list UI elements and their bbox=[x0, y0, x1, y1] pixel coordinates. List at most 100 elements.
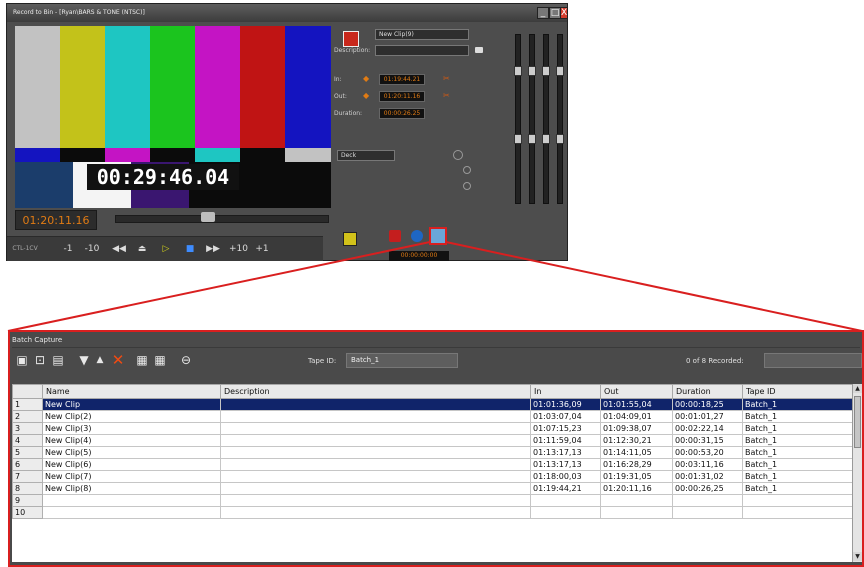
row-number[interactable]: 2 bbox=[12, 410, 43, 423]
table-scrollbar[interactable]: ▲ ▼ bbox=[852, 384, 862, 562]
move-up-icon[interactable]: ▲ bbox=[92, 353, 108, 367]
audio-trim-4[interactable] bbox=[556, 134, 564, 144]
record-button[interactable] bbox=[389, 230, 401, 242]
table-row[interactable]: 1 New Clip 01:01:36,09 01:01:55,04 00:00:18,… bbox=[12, 398, 853, 411]
out-cell[interactable]: 01:04:09,01 bbox=[600, 410, 673, 423]
out-cell[interactable]: 01:12:30,21 bbox=[600, 434, 673, 447]
out-cell[interactable]: 01:01:55,04 bbox=[600, 398, 673, 411]
clip-name-cell[interactable]: New Clip(4) bbox=[42, 434, 221, 447]
mark-in-icon[interactable]: ◆ bbox=[363, 74, 369, 84]
clip-name-cell[interactable]: New Clip(5) bbox=[42, 446, 221, 459]
duration-cell[interactable] bbox=[672, 494, 743, 507]
audio-fader-4[interactable] bbox=[556, 66, 564, 76]
out-column-header[interactable]: Out bbox=[600, 384, 673, 399]
fast-forward-button[interactable]: ▶▶ bbox=[205, 241, 221, 257]
description-cell[interactable] bbox=[220, 482, 531, 495]
goto-out-icon[interactable]: ✂ bbox=[443, 91, 450, 101]
tape-id-cell[interactable]: Batch_1 bbox=[742, 398, 853, 411]
audio-fader-1[interactable] bbox=[514, 66, 522, 76]
description-cell[interactable] bbox=[220, 398, 531, 411]
step-forward-1-button[interactable]: +1 bbox=[255, 241, 269, 257]
duration-cell[interactable]: 00:01:01,27 bbox=[672, 410, 743, 423]
rewind-button[interactable]: ◀◀ bbox=[111, 241, 127, 257]
import-icon[interactable]: ▤ bbox=[50, 353, 66, 367]
eject-button[interactable]: ⏏ bbox=[135, 241, 149, 257]
out-cell[interactable]: 01:19:31,05 bbox=[600, 470, 673, 483]
in-timecode[interactable]: 01:19:44.21 bbox=[379, 74, 425, 85]
row-number[interactable]: 6 bbox=[12, 458, 43, 471]
clip-name-field[interactable]: New Clip(9) bbox=[375, 29, 469, 40]
audio-trim-3[interactable] bbox=[542, 134, 550, 144]
delete-icon[interactable]: ✕ bbox=[110, 353, 126, 368]
out-cell[interactable] bbox=[600, 506, 673, 519]
clip-name-cell[interactable]: New Clip(3) bbox=[42, 422, 221, 435]
tape-id-cell[interactable] bbox=[742, 494, 853, 507]
description-cell[interactable] bbox=[220, 422, 531, 435]
close-button[interactable]: X bbox=[560, 7, 568, 19]
play-button[interactable]: ▷ bbox=[159, 241, 173, 257]
duration-cell[interactable]: 00:01:31,02 bbox=[672, 470, 743, 483]
table-row[interactable]: 5 New Clip(5) 01:13:17,13 01:14:11,05 00:00:… bbox=[12, 446, 853, 459]
duration-cell[interactable]: 00:03:11,16 bbox=[672, 458, 743, 471]
clip-name-cell[interactable]: New Clip(8) bbox=[42, 482, 221, 495]
in-cell[interactable]: 01:11:59,04 bbox=[530, 434, 601, 447]
open-icon[interactable]: ⊡ bbox=[32, 353, 48, 367]
step-forward-10-button[interactable]: +10 bbox=[229, 241, 248, 257]
duration-cell[interactable]: 00:00:53,20 bbox=[672, 446, 743, 459]
description-cell[interactable] bbox=[220, 446, 531, 459]
clip-name-cell[interactable]: New Clip(6) bbox=[42, 458, 221, 471]
radio-option-1[interactable] bbox=[463, 166, 471, 174]
duration-cell[interactable]: 00:00:18,25 bbox=[672, 398, 743, 411]
stop-button[interactable]: ■ bbox=[183, 241, 197, 257]
position-indicator[interactable] bbox=[201, 212, 215, 222]
batch-capture-button[interactable] bbox=[429, 227, 447, 245]
tape-id-cell[interactable]: Batch_1 bbox=[742, 470, 853, 483]
tape-id-cell[interactable]: Batch_1 bbox=[742, 458, 853, 471]
row-number[interactable]: 8 bbox=[12, 482, 43, 495]
audio-fader-2[interactable] bbox=[528, 66, 536, 76]
clip-name-cell[interactable] bbox=[42, 494, 221, 507]
row-number[interactable]: 10 bbox=[12, 506, 43, 519]
step-back-1-button[interactable]: -1 bbox=[61, 241, 75, 257]
clip-name-cell[interactable] bbox=[42, 506, 221, 519]
in-cell[interactable] bbox=[530, 506, 601, 519]
in-column-header[interactable]: In bbox=[530, 384, 601, 399]
audio-trim-2[interactable] bbox=[528, 134, 536, 144]
duration-cell[interactable]: 00:00:26,25 bbox=[672, 482, 743, 495]
in-cell[interactable] bbox=[530, 494, 601, 507]
out-cell[interactable]: 01:14:11,05 bbox=[600, 446, 673, 459]
duration-cell[interactable]: 00:02:22,14 bbox=[672, 422, 743, 435]
duration-cell[interactable]: 00:00:31,15 bbox=[672, 434, 743, 447]
table-row[interactable]: 9 bbox=[12, 494, 853, 507]
out-cell[interactable]: 01:20:11,16 bbox=[600, 482, 673, 495]
name-column-header[interactable]: Name bbox=[42, 384, 221, 399]
out-timecode[interactable]: 01:20:11.16 bbox=[379, 91, 425, 102]
description-cell[interactable] bbox=[220, 410, 531, 423]
tape-id-cell[interactable]: Batch_1 bbox=[742, 434, 853, 447]
tape-id-cell[interactable] bbox=[742, 506, 853, 519]
in-cell[interactable]: 01:13:17,13 bbox=[530, 458, 601, 471]
radio-option-2[interactable] bbox=[463, 182, 471, 190]
mark-out-icon[interactable]: ◆ bbox=[363, 91, 369, 101]
description-field[interactable] bbox=[375, 45, 469, 56]
audio-trim-1[interactable] bbox=[514, 134, 522, 144]
table-row[interactable]: 6 New Clip(6) 01:13:17,13 01:16:28,29 00:03:… bbox=[12, 458, 853, 471]
deck-select[interactable]: Deck bbox=[337, 150, 395, 161]
scroll-down-icon[interactable]: ▼ bbox=[853, 552, 862, 561]
table-row[interactable]: 3 New Clip(3) 01:07:15,23 01:09:38,07 00:02:… bbox=[12, 422, 853, 435]
in-cell[interactable]: 01:01:36,09 bbox=[530, 398, 601, 411]
out-cell[interactable]: 01:16:28,29 bbox=[600, 458, 673, 471]
tape-id-cell[interactable]: Batch_1 bbox=[742, 482, 853, 495]
clip-name-cell[interactable]: New Clip(2) bbox=[42, 410, 221, 423]
in-cell[interactable]: 01:13:17,13 bbox=[530, 446, 601, 459]
row-number[interactable]: 4 bbox=[12, 434, 43, 447]
scroll-up-icon[interactable]: ▲ bbox=[853, 384, 862, 393]
description-column-header[interactable]: Description bbox=[220, 384, 531, 399]
record-all-icon[interactable]: ▦ bbox=[134, 353, 150, 367]
description-cell[interactable] bbox=[220, 494, 531, 507]
duration-column-header[interactable]: Duration bbox=[672, 384, 743, 399]
find-clip-icon[interactable] bbox=[343, 232, 357, 246]
clip-name-cell[interactable]: New Clip bbox=[42, 398, 221, 411]
table-row[interactable]: 2 New Clip(2) 01:03:07,04 01:04:09,01 00:01:… bbox=[12, 410, 853, 423]
clip-name-cell[interactable]: New Clip(7) bbox=[42, 470, 221, 483]
